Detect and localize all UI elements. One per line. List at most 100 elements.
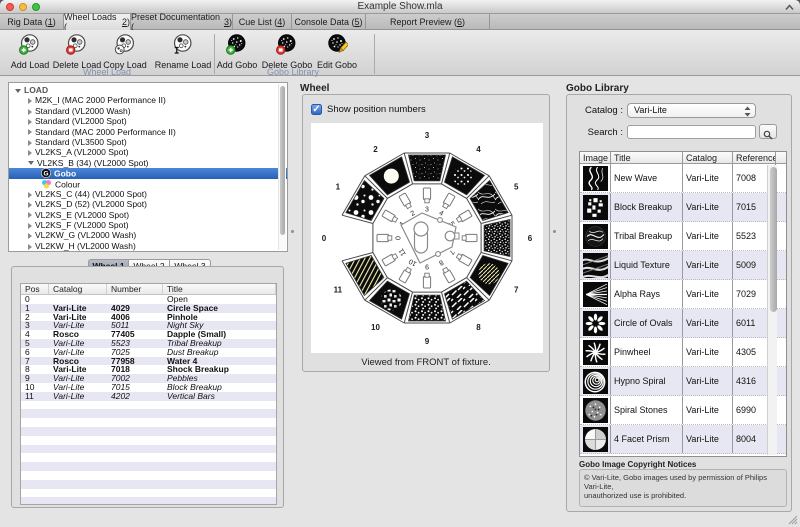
delete-load-button[interactable]: Delete Load: [53, 33, 102, 70]
load-row-pos-1[interactable]: 1Vari-Lite4029Circle Space: [21, 304, 276, 313]
tab-report-preview[interactable]: Report Preview (6): [366, 14, 490, 30]
gobo-row-new-wave[interactable]: New WaveVari-Lite7008: [580, 164, 786, 193]
disclosure-triangle-icon[interactable]: [28, 161, 34, 165]
load-row-pos-10[interactable]: 10Vari-Lite7015Block Breakup: [21, 383, 276, 392]
load-row-pos-5[interactable]: 5Vari-Lite5523Tribal Breakup: [21, 339, 276, 348]
tree-item-colour[interactable]: Colour: [9, 179, 287, 189]
disclosure-triangle-icon[interactable]: [28, 140, 32, 146]
load-row-empty[interactable]: [21, 489, 276, 498]
load-row-empty[interactable]: [21, 471, 276, 480]
load-column-catalog[interactable]: Catalog: [49, 284, 107, 294]
load-row-pos-6[interactable]: 6Vari-Lite7025Dust Breakup: [21, 348, 276, 357]
disclosure-triangle-icon[interactable]: [28, 192, 32, 198]
load-row-empty[interactable]: [21, 401, 276, 410]
load-column-pos[interactable]: Pos: [21, 284, 49, 294]
disclosure-triangle-icon[interactable]: [28, 98, 32, 104]
disclosure-triangle-icon[interactable]: [28, 202, 32, 208]
gobo-row-circle-of-ovals[interactable]: Circle of OvalsVari-Lite6011: [580, 309, 786, 338]
load-row-pos-3[interactable]: 3Vari-Lite5011Night Sky: [21, 321, 276, 330]
collapse-toolbar-chevron-icon[interactable]: [785, 4, 794, 11]
gobo-row-liquid-texture[interactable]: Liquid TextureVari-Lite5009: [580, 251, 786, 280]
load-row-pos-7[interactable]: 7Rosco77958Water 4: [21, 357, 276, 366]
right-splitter-handle[interactable]: [553, 230, 556, 233]
tab-rig-data[interactable]: Rig Data (1): [0, 14, 64, 30]
gobo-row-spiral-stones[interactable]: Spiral StonesVari-Lite6990: [580, 396, 786, 425]
tree-item-vl2ks-b-34-vl2000-spot[interactable]: VL2KS_B (34) (VL2000 Spot): [9, 158, 287, 168]
add-gobo-button[interactable]: Add Gobo: [217, 33, 258, 70]
load-row-empty[interactable]: [21, 453, 276, 462]
disclosure-triangle-icon[interactable]: [28, 119, 32, 125]
gobo-table-scrollbar[interactable]: [767, 165, 777, 455]
cell: 4: [21, 330, 49, 339]
window-resize-grip[interactable]: [786, 513, 798, 525]
load-row-pos-0[interactable]: 0Open: [21, 295, 276, 304]
load-row-empty[interactable]: [21, 436, 276, 445]
tree-scrollbar-thumb[interactable]: [280, 86, 285, 235]
gobo-column-reference[interactable]: Reference: [733, 152, 776, 163]
load-row-empty[interactable]: [21, 497, 276, 505]
disclosure-triangle-icon[interactable]: [28, 129, 32, 135]
tree-item-vl2ks-c-44-vl2000-spot[interactable]: VL2KS_C (44) (VL2000 Spot): [9, 189, 287, 199]
load-row-empty[interactable]: [21, 445, 276, 454]
tab-wheel-loads[interactable]: Wheel Loads (2): [63, 14, 131, 30]
add-load-button[interactable]: Add Load: [11, 33, 50, 70]
search-button[interactable]: [759, 124, 777, 139]
cell: 4 Facet Prism: [611, 425, 683, 453]
tree-item-vl2ks-d-52-vl2000-spot[interactable]: VL2KS_D (52) (VL2000 Spot): [9, 199, 287, 209]
tree-item-vl2kw-h-vl2000-wash[interactable]: VL2KW_H (VL2000 Wash): [9, 241, 287, 251]
load-row-empty[interactable]: [21, 462, 276, 471]
disclosure-triangle-icon[interactable]: [28, 244, 32, 250]
tree-item-load[interactable]: LOAD: [9, 85, 287, 95]
load-row-pos-4[interactable]: 4Rosco77405Dapple (Small): [21, 330, 276, 339]
disclosure-triangle-icon[interactable]: [28, 109, 32, 115]
tree-item-vl2ks-f-vl2000-spot[interactable]: VL2KS_F (VL2000 Spot): [9, 220, 287, 230]
tree-item-label: M2K_I (MAC 2000 Performance II): [35, 95, 166, 105]
load-row-empty[interactable]: [21, 427, 276, 436]
tree-item-standard-vl3500-spot[interactable]: Standard (VL3500 Spot): [9, 137, 287, 147]
gobo-row-4-facet-prism[interactable]: 4 Facet PrismVari-Lite8004: [580, 425, 786, 454]
gobo-row-hypno-spiral[interactable]: Hypno SpiralVari-Lite4316: [580, 367, 786, 396]
load-row-empty[interactable]: [21, 409, 276, 418]
rename-load-button[interactable]: Rename Load: [155, 33, 212, 70]
catalog-dropdown[interactable]: Vari-Lite: [627, 103, 756, 118]
gobo-row-block-breakup[interactable]: Block BreakupVari-Lite7015: [580, 193, 786, 222]
tree-item-standard-vl2000-wash[interactable]: Standard (VL2000 Wash): [9, 106, 287, 116]
tree-item-m2k-i-mac-2000-performance-ii[interactable]: M2K_I (MAC 2000 Performance II): [9, 95, 287, 105]
tree-item-standard-vl2000-spot[interactable]: Standard (VL2000 Spot): [9, 116, 287, 126]
tree-item-standard-mac-2000-performance-ii[interactable]: Standard (MAC 2000 Performance II): [9, 127, 287, 137]
load-row-empty[interactable]: [21, 480, 276, 489]
disclosure-triangle-icon[interactable]: [28, 150, 32, 156]
gobo-row-pinwheel[interactable]: PinwheelVari-Lite4305: [580, 338, 786, 367]
gobo-row-alpha-rays[interactable]: Alpha RaysVari-Lite7029: [580, 280, 786, 309]
gobo-row-tribal-breakup[interactable]: Tribal BreakupVari-Lite5523: [580, 222, 786, 251]
tab-cue-list[interactable]: Cue List (4): [233, 14, 292, 30]
delete-gobo-button[interactable]: Delete Gobo: [262, 33, 313, 70]
load-row-pos-9[interactable]: 9Vari-Lite7002Pebbles: [21, 374, 276, 383]
disclosure-triangle-icon[interactable]: [28, 223, 32, 229]
load-row-pos-2[interactable]: 2Vari-Lite4006Pinhole: [21, 313, 276, 322]
load-column-title[interactable]: Title: [163, 284, 276, 294]
tree-item-vl2ks-a-vl2000-spot[interactable]: VL2KS_A (VL2000 Spot): [9, 147, 287, 157]
copy-load-button[interactable]: Copy Load: [103, 33, 147, 70]
gobo-column-catalog[interactable]: Catalog: [683, 152, 733, 163]
tree-scrollbar[interactable]: [278, 84, 286, 250]
tab-console-data[interactable]: Console Data (5): [292, 14, 366, 30]
show-position-numbers-checkbox[interactable]: ✓: [311, 104, 322, 115]
tree-item-vl2ks-e-vl2000-spot[interactable]: VL2KS_E (VL2000 Spot): [9, 210, 287, 220]
load-row-pos-11[interactable]: 11Vari-Lite4202Vertical Bars: [21, 392, 276, 401]
gobo-column-title[interactable]: Title: [611, 152, 683, 163]
gobo-table-scrollbar-thumb[interactable]: [770, 167, 777, 312]
search-input[interactable]: [627, 125, 756, 139]
load-row-pos-8[interactable]: 8Vari-Lite7018Shock Breakup: [21, 365, 276, 374]
tree-item-vl2kw-g-vl2000-wash[interactable]: VL2KW_G (VL2000 Wash): [9, 230, 287, 240]
load-row-empty[interactable]: [21, 418, 276, 427]
left-splitter-handle[interactable]: [291, 230, 294, 233]
edit-gobo-button[interactable]: Edit Gobo: [317, 33, 357, 70]
tab-preset-documentation[interactable]: Preset Documentation (3): [131, 14, 233, 30]
tree-item-gobo[interactable]: GGobo: [9, 168, 287, 178]
disclosure-triangle-icon[interactable]: [28, 233, 32, 239]
disclosure-triangle-icon[interactable]: [28, 212, 32, 218]
gobo-column-image[interactable]: Image: [580, 152, 611, 163]
load-column-number[interactable]: Number: [107, 284, 163, 294]
disclosure-triangle-icon[interactable]: [15, 89, 21, 93]
